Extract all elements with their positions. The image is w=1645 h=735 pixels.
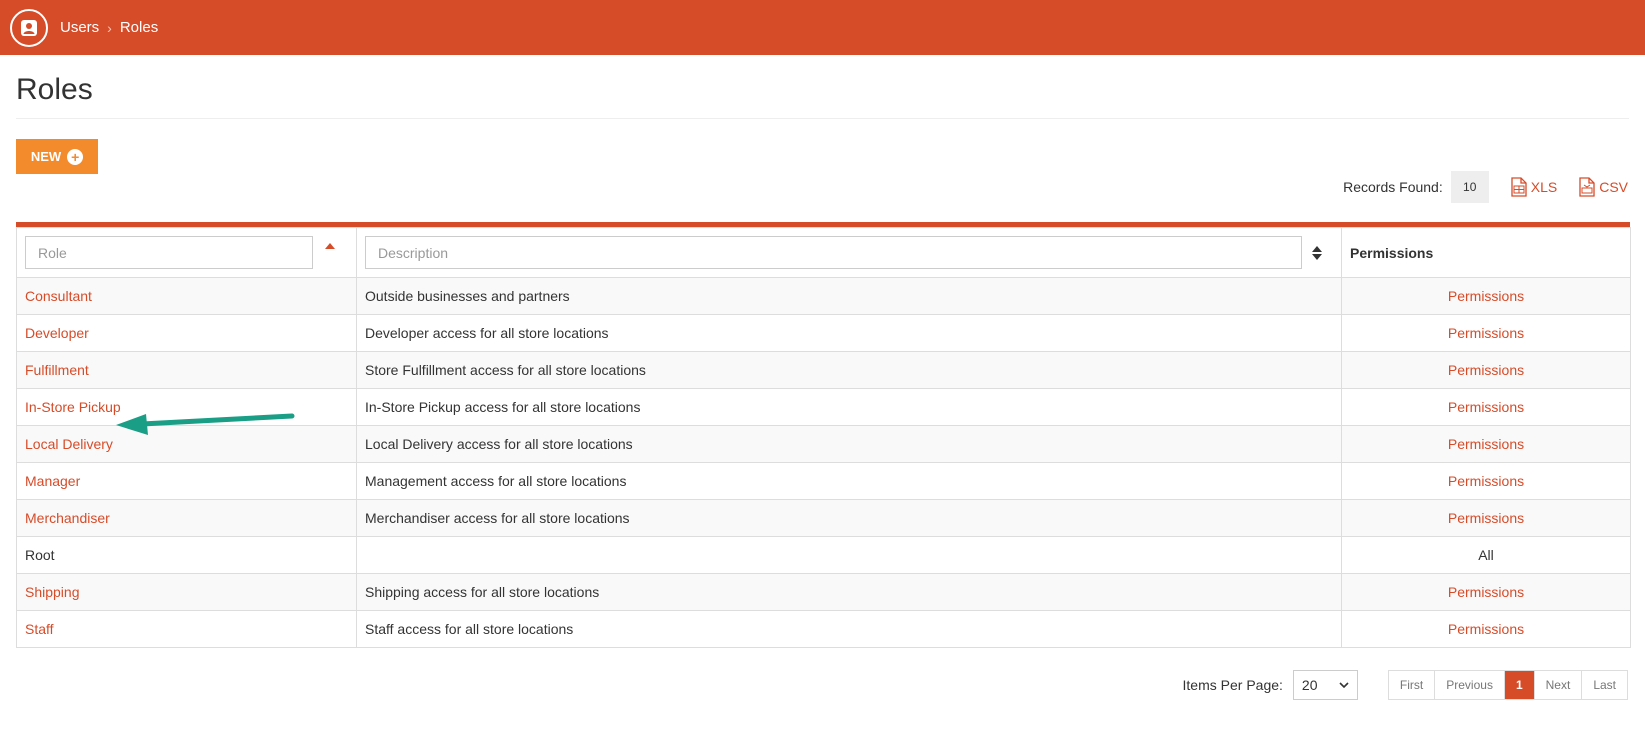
role-link[interactable]: Shipping <box>25 584 80 600</box>
pager-current-page[interactable]: 1 <box>1504 671 1535 699</box>
description-cell: Shipping access for all store locations <box>356 573 1342 611</box>
permissions-link[interactable]: Permissions <box>1448 325 1524 341</box>
new-button[interactable]: NEW + <box>16 139 98 174</box>
role-link[interactable]: Merchandiser <box>25 510 110 526</box>
export-xls-link[interactable]: XLS <box>1511 177 1557 197</box>
permissions-value: All <box>1478 547 1494 563</box>
items-per-page-select[interactable]: 20 <box>1292 670 1358 700</box>
role-link[interactable]: In-Store Pickup <box>25 399 121 415</box>
role-link[interactable]: Fulfillment <box>25 362 89 378</box>
description-cell: Merchandiser access for all store locati… <box>356 499 1342 537</box>
role-column-header <box>16 227 357 278</box>
role-filter-input[interactable] <box>25 236 313 269</box>
table-row: Merchandiser Merchandiser access for all … <box>16 499 1631 537</box>
description-cell: In-Store Pickup access for all store loc… <box>356 388 1342 426</box>
permissions-link[interactable]: Permissions <box>1448 621 1524 637</box>
permissions-link[interactable]: Permissions <box>1448 584 1524 600</box>
permissions-cell: Permissions <box>1341 314 1631 352</box>
permissions-cell: Permissions <box>1341 388 1631 426</box>
items-per-page-value: 20 <box>1301 677 1318 693</box>
role-link[interactable]: Consultant <box>25 288 92 304</box>
permissions-cell: Permissions <box>1341 610 1631 648</box>
user-home-icon[interactable] <box>10 8 48 47</box>
role-cell: Root <box>16 536 357 574</box>
table-row: Shipping Shipping access for all store lo… <box>16 573 1631 611</box>
records-toolbar: Records Found: 10 XLS CSV <box>1343 171 1628 203</box>
xls-label: XLS <box>1530 179 1558 195</box>
role-cell: Consultant <box>16 277 357 315</box>
role-cell: Developer <box>16 314 357 352</box>
permissions-cell: Permissions <box>1341 277 1631 315</box>
pagination-area: Items Per Page: 20 First Previous 1 Next… <box>1183 670 1628 700</box>
description-cell: Management access for all store location… <box>356 462 1342 500</box>
description-cell: Staff access for all store locations <box>356 610 1342 648</box>
permissions-cell: Permissions <box>1341 462 1631 500</box>
export-csv-link[interactable]: CSV <box>1579 177 1628 197</box>
chevron-down-icon <box>1339 681 1349 688</box>
description-cell: Outside businesses and partners <box>356 277 1342 315</box>
breadcrumb-roles[interactable]: Roles <box>120 19 158 36</box>
role-link[interactable]: Manager <box>25 473 80 489</box>
xls-file-icon <box>1511 177 1527 197</box>
csv-file-icon <box>1579 177 1595 197</box>
items-per-page-label: Items Per Page: <box>1182 677 1283 693</box>
permissions-link[interactable]: Permissions <box>1448 362 1524 378</box>
new-button-label: NEW <box>30 149 62 164</box>
role-link[interactable]: Staff <box>25 621 54 637</box>
annotation-arrow-icon <box>116 413 295 435</box>
description-cell <box>356 536 1342 574</box>
sort-toggle-icon[interactable] <box>1312 245 1322 260</box>
description-cell: Local Delivery access for all store loca… <box>356 425 1342 463</box>
plus-circle-icon: + <box>67 148 84 165</box>
records-found-label: Records Found: <box>1343 179 1443 195</box>
permissions-cell: Permissions <box>1341 425 1631 463</box>
breadcrumb: Users › Roles <box>60 19 158 36</box>
role-cell: Merchandiser <box>16 499 357 537</box>
sort-ascending-icon[interactable] <box>325 242 335 249</box>
table-row: Manager Management access for all store l… <box>16 462 1631 500</box>
permissions-cell: Permissions <box>1341 351 1631 389</box>
pager-last[interactable]: Last <box>1582 671 1627 699</box>
permissions-cell: Permissions <box>1341 499 1631 537</box>
description-cell: Developer access for all store locations <box>356 314 1342 352</box>
csv-label: CSV <box>1599 179 1628 195</box>
description-filter-input[interactable] <box>365 236 1302 269</box>
page-title: Roles <box>16 55 1629 119</box>
chevron-right-icon: › <box>107 19 112 36</box>
table-row: Consultant Outside businesses and partner… <box>16 277 1631 315</box>
role-cell: Manager <box>16 462 357 500</box>
records-count: 10 <box>1450 171 1489 203</box>
breadcrumb-users[interactable]: Users <box>60 19 99 36</box>
table-row: Developer Developer access for all store … <box>16 314 1631 352</box>
description-column-header <box>356 227 1342 278</box>
permissions-cell: All <box>1341 536 1631 574</box>
permissions-link[interactable]: Permissions <box>1448 510 1524 526</box>
role-link: Root <box>25 547 55 563</box>
pager: First Previous 1 Next Last <box>1387 670 1628 700</box>
description-cell: Store Fulfillment access for all store l… <box>356 351 1342 389</box>
top-bar: Users › Roles <box>0 0 1645 55</box>
permissions-cell: Permissions <box>1341 573 1631 611</box>
role-cell: Staff <box>16 610 357 648</box>
role-link[interactable]: Developer <box>25 325 89 341</box>
role-link[interactable]: Local Delivery <box>25 436 113 452</box>
permissions-link[interactable]: Permissions <box>1448 436 1524 452</box>
table-row: Staff Staff access for all store location… <box>16 610 1631 648</box>
permissions-column-header: Permissions <box>1341 227 1631 278</box>
table-row: Root All <box>16 536 1631 574</box>
permissions-link[interactable]: Permissions <box>1448 288 1524 304</box>
pager-first[interactable]: First <box>1388 671 1436 699</box>
pager-next[interactable]: Next <box>1534 671 1583 699</box>
role-cell: Fulfillment <box>16 351 357 389</box>
permissions-link[interactable]: Permissions <box>1448 399 1524 415</box>
role-cell: Shipping <box>16 573 357 611</box>
permissions-link[interactable]: Permissions <box>1448 473 1524 489</box>
pager-previous[interactable]: Previous <box>1435 671 1505 699</box>
table-row: Fulfillment Store Fulfillment access for … <box>16 351 1631 389</box>
